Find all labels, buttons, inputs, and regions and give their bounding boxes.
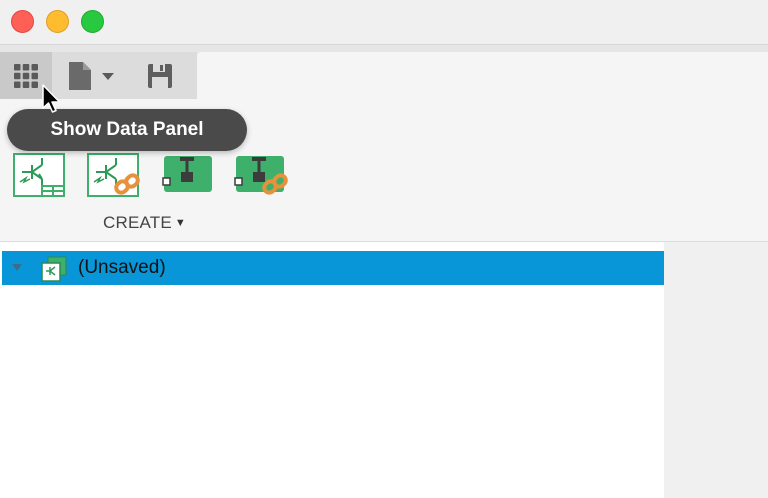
- board-icon: [162, 156, 212, 192]
- link-board-button[interactable]: [234, 152, 290, 200]
- chevron-down-icon: [102, 72, 114, 80]
- browser-root-label: (Unsaved): [78, 257, 166, 278]
- save-icon: [148, 63, 172, 88]
- file-icon: [69, 61, 91, 90]
- schematic-icon: [13, 153, 65, 197]
- title-bar: [0, 0, 768, 45]
- new-schematic-button[interactable]: [12, 152, 68, 200]
- new-board-button[interactable]: [162, 152, 218, 200]
- create-menu[interactable]: CREATE ▼: [103, 213, 186, 233]
- grid-icon: [14, 63, 38, 88]
- mouse-cursor-icon: [42, 84, 61, 113]
- caret-down-icon: ▼: [174, 217, 186, 229]
- create-menu-label: CREATE: [103, 213, 172, 232]
- tooltip-text: Show Data Panel: [50, 119, 204, 140]
- canvas-area: [664, 242, 768, 498]
- schematic-link-icon: [87, 153, 140, 197]
- close-window-button[interactable]: [11, 10, 34, 33]
- link-schematic-button[interactable]: [86, 152, 142, 200]
- browser-root-node[interactable]: (Unsaved): [2, 251, 664, 285]
- electronics-design-icon: [41, 256, 67, 282]
- board-link-icon: [234, 156, 288, 195]
- zoom-window-button[interactable]: [81, 10, 104, 33]
- minimize-window-button[interactable]: [46, 10, 69, 33]
- file-menu-button[interactable]: [60, 52, 122, 99]
- document-tab-area: [197, 52, 768, 99]
- expand-caret-icon[interactable]: [12, 264, 22, 271]
- save-button[interactable]: [134, 52, 186, 99]
